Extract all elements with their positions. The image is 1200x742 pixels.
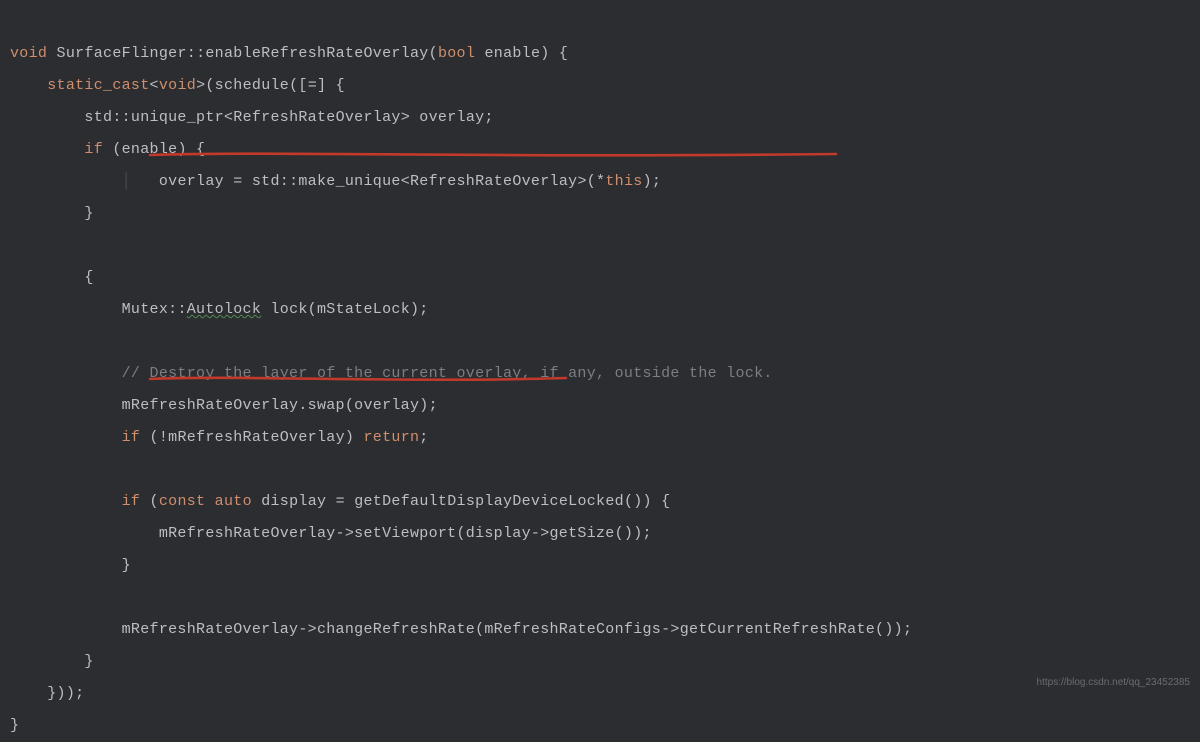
rest: >(schedule([=] {: [196, 77, 345, 94]
indent: [10, 397, 122, 414]
setviewport: mRefreshRateOverlay->setViewport(display…: [159, 525, 652, 542]
brace-close: }: [84, 653, 93, 670]
close-lambda: }));: [47, 685, 84, 702]
indent: [10, 365, 122, 382]
autolock: Autolock: [187, 301, 261, 318]
fn-name: enableRefreshRateOverlay: [205, 45, 428, 62]
tpl-open: <: [401, 173, 410, 190]
comment: // Destroy the layer of the current over…: [122, 365, 773, 382]
tpl-open: <: [224, 109, 233, 126]
indent: [10, 685, 47, 702]
indent: [10, 109, 84, 126]
indent: [10, 77, 47, 94]
keyword-this: this: [605, 173, 642, 190]
keyword-auto: auto: [215, 493, 252, 510]
lhs: overlay = std::make_unique: [159, 173, 401, 190]
brace-open: {: [84, 269, 93, 286]
indent-guide: │: [122, 173, 159, 190]
rest: lock(mStateLock);: [261, 301, 428, 318]
class-name: SurfaceFlinger: [57, 45, 187, 62]
star: *: [596, 173, 605, 190]
type: RefreshRateOverlay: [410, 173, 577, 190]
rest: display = getDefaultDisplayDeviceLocked(…: [252, 493, 671, 510]
keyword-if: if: [122, 493, 141, 510]
type-mutex: Mutex: [122, 301, 169, 318]
paren-close-brace: ) {: [540, 45, 568, 62]
scope-op: ::: [187, 45, 206, 62]
indent: [10, 621, 122, 638]
paren: (: [429, 45, 438, 62]
paren: (: [140, 493, 159, 510]
tpl-close-paren: >(: [577, 173, 596, 190]
code-block: void SurfaceFlinger::enableRefreshRateOv…: [10, 6, 1190, 742]
type: RefreshRateOverlay: [233, 109, 400, 126]
std-uniqueptr: std::unique_ptr: [84, 109, 224, 126]
indent: [10, 525, 159, 542]
indent: [10, 141, 84, 158]
indent: [10, 493, 122, 510]
semi: ;: [419, 429, 428, 446]
keyword-static-cast: static_cast: [47, 77, 149, 94]
cond: (enable) {: [103, 141, 205, 158]
type-void: void: [159, 77, 196, 94]
keyword-return: return: [363, 429, 419, 446]
indent: [10, 557, 122, 574]
indent: [10, 205, 84, 222]
brace-close: }: [84, 205, 93, 222]
indent: [10, 653, 84, 670]
indent: [10, 301, 122, 318]
indent: [10, 269, 84, 286]
param: enable: [484, 45, 540, 62]
watermark: https://blog.csdn.net/qq_23452385: [1037, 667, 1190, 699]
swap-call: mRefreshRateOverlay.swap(overlay);: [122, 397, 438, 414]
keyword-if: if: [122, 429, 141, 446]
changerefreshrate: mRefreshRateOverlay->changeRefreshRate(m…: [122, 621, 913, 638]
keyword-bool: bool: [438, 45, 475, 62]
scope-op: ::: [168, 301, 187, 318]
brace-close: }: [122, 557, 131, 574]
end: );: [643, 173, 662, 190]
tpl-open: <: [150, 77, 159, 94]
keyword-const: const: [159, 493, 206, 510]
keyword-void: void: [10, 45, 47, 62]
brace-close: }: [10, 717, 19, 734]
indent: [10, 173, 122, 190]
keyword-if: if: [84, 141, 103, 158]
rest: > overlay;: [401, 109, 494, 126]
cond: (!mRefreshRateOverlay): [140, 429, 363, 446]
indent: [10, 429, 122, 446]
